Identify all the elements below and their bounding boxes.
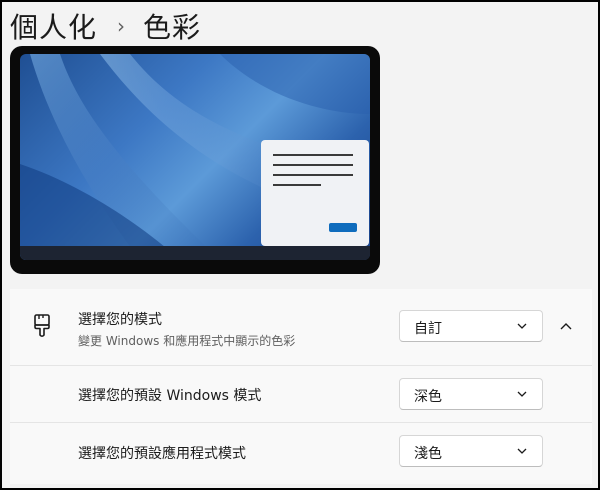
windows-mode-dropdown[interactable]: 深色 <box>399 378 543 410</box>
app-mode-label: 選擇您的預設應用程式模式 <box>78 446 246 462</box>
choose-mode-description: 變更 Windows 和應用程式中顯示的色彩 <box>78 334 296 348</box>
preview-app-window <box>261 140 369 246</box>
app-mode-row: 選擇您的預設應用程式模式 淺色 <box>10 423 592 481</box>
settings-window: 個人化 › 色彩 選擇您的模式 變更 Windows 和應用程式中顯示的色彩 自… <box>0 0 600 490</box>
mode-dropdown[interactable]: 自訂 <box>399 310 543 342</box>
app-mode-dropdown-value: 淺色 <box>414 446 442 462</box>
mode-dropdown-value: 自訂 <box>414 321 442 337</box>
choose-mode-title: 選擇您的模式 <box>78 312 162 328</box>
breadcrumb-parent[interactable]: 個人化 <box>10 6 97 46</box>
breadcrumb: 個人化 › 色彩 <box>10 6 201 46</box>
preview-desktop <box>20 54 370 260</box>
chevron-down-icon <box>517 323 527 329</box>
chevron-down-icon <box>517 448 527 454</box>
choose-mode-row[interactable]: 選擇您的模式 變更 Windows 和應用程式中顯示的色彩 自訂 <box>10 289 592 366</box>
theme-preview <box>10 46 380 274</box>
preview-taskbar <box>20 246 370 260</box>
windows-mode-dropdown-value: 深色 <box>414 389 442 405</box>
windows-mode-row: 選擇您的預設 Windows 模式 深色 <box>10 366 592 423</box>
chevron-down-icon <box>517 391 527 397</box>
chevron-up-icon[interactable] <box>558 319 574 335</box>
windows-mode-label: 選擇您的預設 Windows 模式 <box>78 388 262 404</box>
app-mode-dropdown[interactable]: 淺色 <box>399 435 543 467</box>
mode-settings-card: 選擇您的模式 變更 Windows 和應用程式中顯示的色彩 自訂 選擇您的預設 … <box>10 289 592 484</box>
preview-accent-button <box>329 223 357 232</box>
paint-brush-icon <box>34 314 50 338</box>
breadcrumb-separator-icon: › <box>117 14 126 38</box>
page-title: 色彩 <box>143 11 202 44</box>
